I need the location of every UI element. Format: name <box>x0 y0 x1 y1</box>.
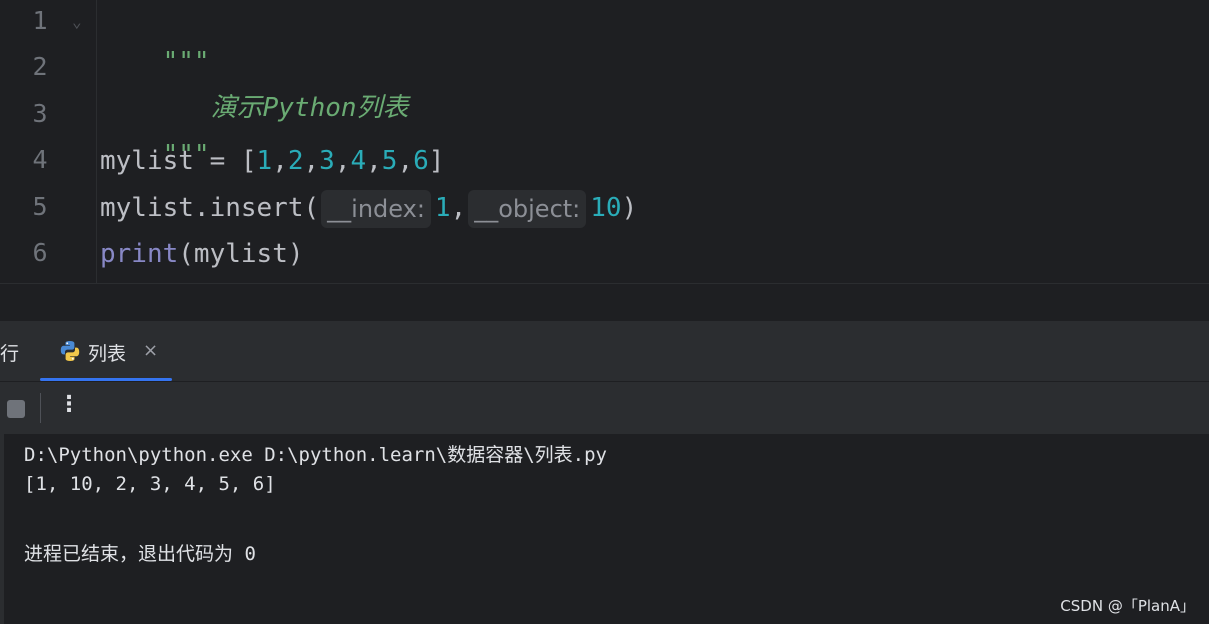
python-icon <box>60 341 80 361</box>
operator: = [ <box>193 146 257 176</box>
stop-icon[interactable] <box>7 400 25 418</box>
tab-run-config[interactable]: 列表 × <box>40 321 172 381</box>
console-line: 进程已结束，退出代码为 0 <box>24 543 256 565</box>
identifier: mylist <box>100 146 194 176</box>
builtin-function: print <box>100 239 179 269</box>
line-number: 5 <box>32 192 48 221</box>
toolbar-divider <box>40 393 41 423</box>
close-icon[interactable]: × <box>143 340 158 361</box>
number-literal: 1 <box>256 146 273 176</box>
console-line: D:\Python\python.exe D:\python.learn\数据容… <box>24 444 607 466</box>
console-line: [1, 10, 2, 3, 4, 5, 6] <box>24 473 276 495</box>
console-output[interactable]: D:\Python\python.exe D:\python.learn\数据容… <box>0 434 1209 624</box>
line-number: 3 <box>32 99 48 128</box>
number-literal: 3 <box>319 146 335 176</box>
comma: , <box>450 193 467 223</box>
run-tool-window-header: 行 列表 × <box>0 321 1209 381</box>
line-number: 6 <box>32 238 48 267</box>
bracket: ] <box>428 146 445 176</box>
editor-bottom-area <box>0 283 1209 322</box>
number-literal: 5 <box>381 146 398 176</box>
line-number: 4 <box>32 145 48 174</box>
line-number: 1 <box>32 6 48 35</box>
docstring-text: 演示Python列表 <box>210 93 409 123</box>
tab-label: 列表 <box>88 343 127 365</box>
code-line-6[interactable]: print(mylist) <box>100 234 304 274</box>
code-line-3[interactable]: """ <box>100 95 210 170</box>
number-literal: 6 <box>413 146 429 176</box>
paren: ) <box>621 193 638 223</box>
code-line-4[interactable]: mylist = [1,2,3,4,5,6] <box>100 141 444 181</box>
line-gutter: 1 ⌄ 2 3 4 5 6 <box>0 0 97 283</box>
param-hint-object: __object: <box>468 189 587 228</box>
fold-chevron-icon[interactable]: ⌄ <box>72 12 82 31</box>
number-literal: 10 <box>590 193 622 223</box>
number-literal: 1 <box>434 193 451 223</box>
number-literal: 2 <box>287 146 304 176</box>
code-line-1[interactable]: """ <box>100 2 210 77</box>
more-options-icon[interactable]: ⋮ <box>58 392 80 417</box>
code-line-2[interactable]: 演示Python列表 <box>148 48 409 123</box>
number-literal: 4 <box>350 146 367 176</box>
run-toolbar: ⋮ <box>0 381 1209 434</box>
call-args: (mylist) <box>178 239 304 269</box>
run-tool-window-title: 行 <box>0 343 20 365</box>
param-hint-index: __index: <box>321 189 431 228</box>
watermark: CSDN @「PlanA」 <box>1060 597 1195 615</box>
line-number: 2 <box>32 52 48 81</box>
method-call: mylist.insert( <box>100 193 320 223</box>
code-line-5[interactable]: mylist.insert(__index: 1, __object: 10) <box>100 188 637 228</box>
code-editor[interactable]: 1 ⌄ 2 3 4 5 6 """ 演示Python列表 """ mylist … <box>0 0 1209 283</box>
